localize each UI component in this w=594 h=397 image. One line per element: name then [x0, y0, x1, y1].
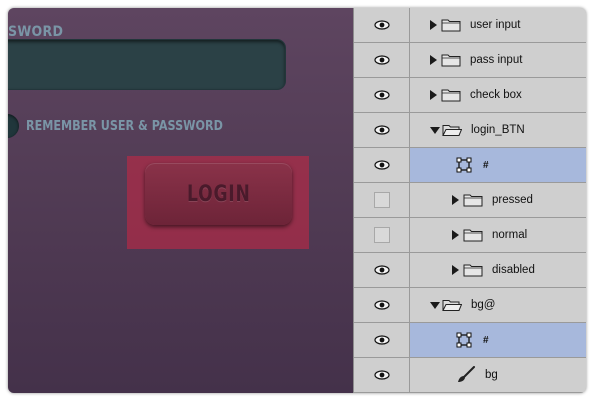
hidden-indicator [373, 227, 390, 243]
layer-row[interactable]: pass input [354, 43, 586, 78]
folder-open-icon [442, 125, 462, 136]
folder-icon [463, 194, 483, 207]
layer-row[interactable]: disabled [354, 253, 586, 288]
disclosure-closed-icon[interactable] [430, 90, 437, 100]
layer-name: check box [470, 89, 522, 101]
password-label: SWORD [8, 24, 64, 40]
layer-row[interactable]: bg [354, 358, 586, 393]
folder-icon [463, 264, 483, 277]
layer-item[interactable]: user input [410, 8, 586, 42]
layer-row[interactable]: # [354, 148, 586, 183]
layer-item[interactable]: pass input [410, 43, 586, 77]
login-button-label: LOGIN [186, 181, 251, 207]
login-button[interactable]: LOGIN [145, 163, 292, 225]
layer-name: pass input [470, 54, 523, 66]
layer-row[interactable]: check box [354, 78, 586, 113]
disclosure-closed-icon[interactable] [452, 230, 459, 240]
disclosure-open-icon[interactable] [430, 301, 440, 309]
layers-panel: user input pass input check box login_BTN # p… [353, 8, 586, 393]
layer-item[interactable]: normal [410, 218, 586, 252]
visibility-toggle[interactable] [354, 323, 410, 357]
layer-item[interactable]: bg@ [410, 288, 586, 322]
visibility-toggle[interactable] [354, 183, 410, 217]
layer-row[interactable]: # [354, 323, 586, 358]
disclosure-closed-icon[interactable] [452, 265, 459, 275]
hidden-indicator [373, 192, 390, 208]
layer-item[interactable]: disabled [410, 253, 586, 287]
layer-item[interactable]: check box [410, 78, 586, 112]
visibility-toggle[interactable] [354, 218, 410, 252]
disclosure-closed-icon[interactable] [430, 55, 437, 65]
layer-item[interactable]: # [410, 323, 586, 357]
visibility-toggle[interactable] [354, 78, 410, 112]
layer-name: # [483, 334, 489, 346]
design-canvas[interactable]: SWORD REMEMBER USER & PASSWORD LOGIN [8, 8, 353, 393]
layer-item[interactable]: pressed [410, 183, 586, 217]
remember-checkbox[interactable] [8, 114, 19, 138]
folder-icon [441, 19, 461, 32]
layer-row[interactable]: login_BTN [354, 113, 586, 148]
slice-icon [456, 332, 472, 348]
layer-name: bg [485, 369, 498, 381]
visibility-toggle[interactable] [354, 288, 410, 322]
layer-row[interactable]: normal [354, 218, 586, 253]
folder-icon [463, 229, 483, 242]
eye-icon [373, 370, 390, 380]
visibility-toggle[interactable] [354, 113, 410, 147]
layer-name: bg@ [471, 299, 496, 311]
layer-row[interactable]: user input [354, 8, 586, 43]
eye-icon [373, 125, 390, 135]
layer-name: disabled [492, 264, 535, 276]
disclosure-open-icon[interactable] [430, 126, 440, 134]
eye-icon [373, 55, 390, 65]
visibility-toggle[interactable] [354, 148, 410, 182]
visibility-toggle[interactable] [354, 8, 410, 42]
slice-icon [456, 157, 472, 173]
visibility-toggle[interactable] [354, 358, 410, 392]
disclosure-closed-icon[interactable] [452, 195, 459, 205]
layer-name: normal [492, 229, 528, 241]
disclosure-closed-icon[interactable] [430, 20, 437, 30]
folder-icon [441, 89, 461, 102]
remember-label: REMEMBER USER & PASSWORD [26, 119, 223, 134]
layer-name: user input [470, 19, 521, 31]
layer-item[interactable]: # [410, 148, 586, 182]
layer-name: login_BTN [471, 124, 525, 136]
folder-open-icon [442, 300, 462, 311]
eye-icon [373, 160, 390, 170]
visibility-toggle[interactable] [354, 43, 410, 77]
folder-icon [441, 54, 461, 67]
visibility-toggle[interactable] [354, 253, 410, 287]
eye-icon [373, 335, 390, 345]
layer-item[interactable]: login_BTN [410, 113, 586, 147]
brush-icon [458, 366, 475, 382]
layer-item[interactable]: bg [410, 358, 586, 392]
app-window: SWORD REMEMBER USER & PASSWORD LOGIN use… [8, 8, 586, 393]
eye-icon [373, 265, 390, 275]
layer-name: # [483, 159, 489, 171]
password-input[interactable] [8, 39, 286, 90]
eye-icon [373, 20, 390, 30]
eye-icon [373, 90, 390, 100]
layer-name: pressed [492, 194, 533, 206]
layer-row[interactable]: pressed [354, 183, 586, 218]
eye-icon [373, 300, 390, 310]
layer-row[interactable]: bg@ [354, 288, 586, 323]
